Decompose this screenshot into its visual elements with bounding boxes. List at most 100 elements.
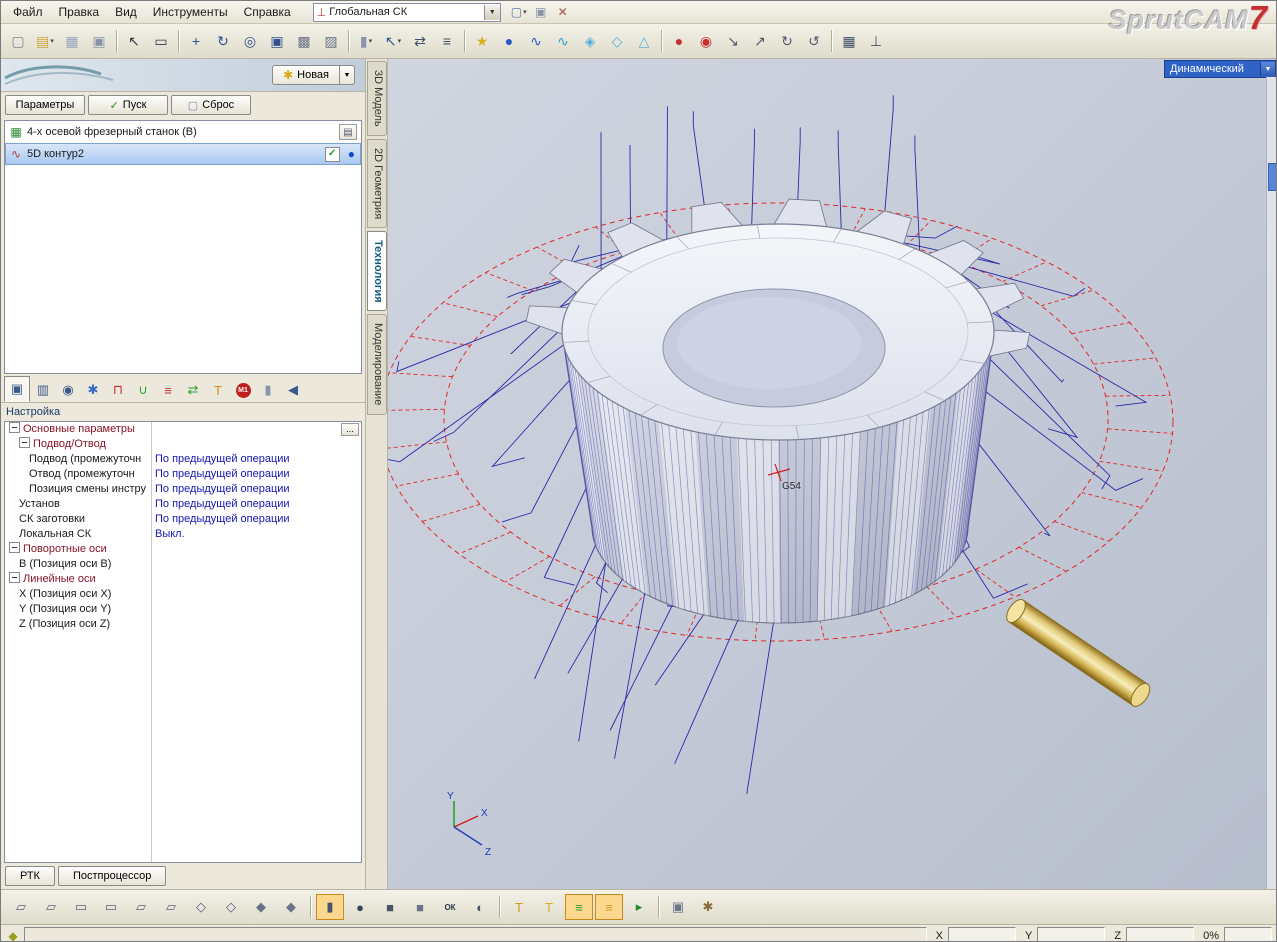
strategy-tab-icon[interactable]: ◉ [56, 378, 80, 402]
point-icon[interactable]: ● [496, 28, 522, 54]
stock-solid-box-icon[interactable]: ◆ [247, 894, 275, 920]
sim-part-icon[interactable]: ● [346, 894, 374, 920]
viewport-scrollbar[interactable] [1266, 77, 1276, 889]
collapse-icon[interactable] [9, 422, 20, 433]
snap-move2-icon[interactable]: ↗ [747, 28, 773, 54]
zoom-window-icon[interactable]: ▣ [264, 28, 290, 54]
zoom-icon[interactable]: ◎ [237, 28, 263, 54]
rtk-button[interactable]: РТК [5, 866, 55, 886]
setup-tab-icon[interactable]: ▣ [4, 376, 30, 402]
workpiece-mode-icon-dropdown[interactable]: ▾ [369, 37, 373, 45]
rotate-cw-icon[interactable]: ↻ [774, 28, 800, 54]
holders-tab-icon[interactable]: ▮ [256, 378, 280, 402]
menu-инструменты[interactable]: Инструменты [145, 3, 236, 21]
select-cursor-icon[interactable]: ↖ [121, 28, 147, 54]
new-group-icon[interactable]: ★ [469, 28, 495, 54]
operation-checkbox[interactable]: ✓ [324, 146, 340, 162]
calc-table-icon[interactable]: ≡ [434, 28, 460, 54]
sim-result-ok-icon[interactable]: ОК [436, 894, 464, 920]
stock-solid-box2-icon[interactable]: ◆ [277, 894, 305, 920]
param-value[interactable]: Выкл. [151, 527, 361, 542]
param-row[interactable]: B (Позиция оси B) [5, 557, 361, 572]
workpiece-mode-icon[interactable]: ▮ ▾ [353, 28, 379, 54]
new-project-icon-dropdown[interactable]: ▾ [523, 8, 527, 16]
new-operation-dropdown[interactable]: ▼ [340, 65, 355, 85]
measure-icon[interactable]: ⊥ [863, 28, 889, 54]
tab-моделирование[interactable]: Моделирование [367, 314, 387, 415]
param-row[interactable]: Линейные оси [5, 572, 361, 587]
snap-move-icon[interactable]: ↘ [720, 28, 746, 54]
levels-tab-icon[interactable]: ≡ [156, 378, 180, 402]
mesh-icon[interactable]: △ [631, 28, 657, 54]
parameters-button[interactable]: Параметры [5, 95, 85, 115]
toolpath-visible-icon[interactable]: ≡ [565, 894, 593, 920]
param-row[interactable]: Y (Позиция оси Y) [5, 602, 361, 617]
param-value[interactable]: По предыдущей операции [151, 512, 361, 527]
run-button[interactable]: ✓ Пуск [88, 95, 168, 115]
new-file-icon[interactable]: ▢ [5, 28, 31, 54]
global-cs-combo[interactable]: ⊥ Глобальная СК ▼ [312, 2, 501, 22]
param-row[interactable]: СК заготовки По предыдущей операции [5, 512, 361, 527]
param-row[interactable]: Z (Позиция оси Z) [5, 617, 361, 632]
toolpath-points-icon[interactable]: ≡ [595, 894, 623, 920]
machine-notes-button[interactable]: ▤ [339, 124, 357, 140]
more-options-button[interactable]: ... [341, 423, 359, 436]
stock-plane-icon[interactable]: ▱ [7, 894, 35, 920]
stock-wire-box-icon[interactable]: ◇ [187, 894, 215, 920]
tab-технология[interactable]: Технология [367, 230, 387, 312]
job-assignment-tab-icon[interactable]: ▥ [31, 378, 55, 402]
tab-3d-модель[interactable]: 3D Модель [367, 61, 387, 136]
tool-tab-icon[interactable]: Т [206, 378, 230, 402]
param-row[interactable]: Установ По предыдущей операции [5, 497, 361, 512]
guard-tab-icon[interactable]: ∪ [131, 378, 155, 402]
param-row[interactable]: Позиция смены инстру По предыдущей операц… [5, 482, 361, 497]
machine-head-icon[interactable]: ▣ [664, 894, 692, 920]
sim-fixture-icon[interactable]: ■ [376, 894, 404, 920]
curve2-icon[interactable]: ∿ [550, 28, 576, 54]
rotate-view-icon[interactable]: ↻ [210, 28, 236, 54]
param-value[interactable]: По предыдущей операции [151, 467, 361, 482]
stock-profile-icon[interactable]: ▭ [67, 894, 95, 920]
menu-вид[interactable]: Вид [107, 3, 145, 21]
pan-view-icon[interactable]: + [183, 28, 209, 54]
new-project-icon[interactable]: ▢ ▾ [509, 3, 529, 21]
reset-button[interactable]: ▢ Сброс [171, 95, 251, 115]
delete-icon[interactable]: ✕ [553, 3, 573, 21]
tab-2d-геометрия[interactable]: 2D Геометрия [367, 138, 387, 228]
menu-файл[interactable]: Файл [5, 3, 51, 21]
param-row[interactable]: X (Позиция оси X) [5, 587, 361, 602]
stock-sheet-icon[interactable]: ▱ [127, 894, 155, 920]
operation-tree-icon[interactable]: ▸ [625, 894, 653, 920]
link-tab-icon[interactable]: ⇄ [181, 378, 205, 402]
param-row[interactable]: Отвод (промежуточн По предыдущей операции [5, 467, 361, 482]
options-tab-icon[interactable]: ✱ [81, 378, 105, 402]
pick-filter-icon-dropdown[interactable]: ▾ [398, 37, 402, 45]
param-row[interactable]: Подвод (промежуточн По предыдущей операци… [5, 452, 361, 467]
select-window-icon[interactable]: ▭ [148, 28, 174, 54]
operation-tree-row[interactable]: ∿ 5D контур2 ✓ ● [5, 143, 361, 165]
setup-tools-icon[interactable]: ✱ [694, 894, 722, 920]
open-import-icon-dropdown[interactable]: ▾ [50, 37, 54, 45]
stock-sheet2-icon[interactable]: ▱ [157, 894, 185, 920]
node-red-icon[interactable]: ● [666, 28, 692, 54]
node-red2-icon[interactable]: ◉ [693, 28, 719, 54]
view-mode-arrow-icon[interactable]: ▼ [1260, 62, 1275, 76]
param-row[interactable]: Локальная СК Выкл. [5, 527, 361, 542]
sim-compare-icon[interactable]: ◐ [466, 894, 494, 920]
approach-tab-icon[interactable]: ⊓ [106, 378, 130, 402]
param-row[interactable]: Поворотные оси [5, 542, 361, 557]
menu-справка[interactable]: Справка [236, 3, 299, 21]
param-row[interactable]: Основные параметры [5, 422, 361, 437]
menu-правка[interactable]: Правка [51, 3, 108, 21]
collapse-icon[interactable] [9, 572, 20, 583]
surface-icon[interactable]: ◈ [577, 28, 603, 54]
collapse-icon[interactable] [19, 437, 30, 448]
render-settings-icon[interactable]: ▨ [318, 28, 344, 54]
solid-icon[interactable]: ◇ [604, 28, 630, 54]
param-value[interactable]: По предыдущей операции [151, 482, 361, 497]
sim-machine-icon[interactable]: ■ [406, 894, 434, 920]
sim-stock-icon[interactable]: ▮ [316, 894, 344, 920]
viewport-3d[interactable]: G54 Y X Z Динамический ▼ [388, 59, 1276, 889]
viewport-scrollbar-thumb[interactable] [1268, 163, 1276, 191]
param-value[interactable]: По предыдущей операции [151, 452, 361, 467]
